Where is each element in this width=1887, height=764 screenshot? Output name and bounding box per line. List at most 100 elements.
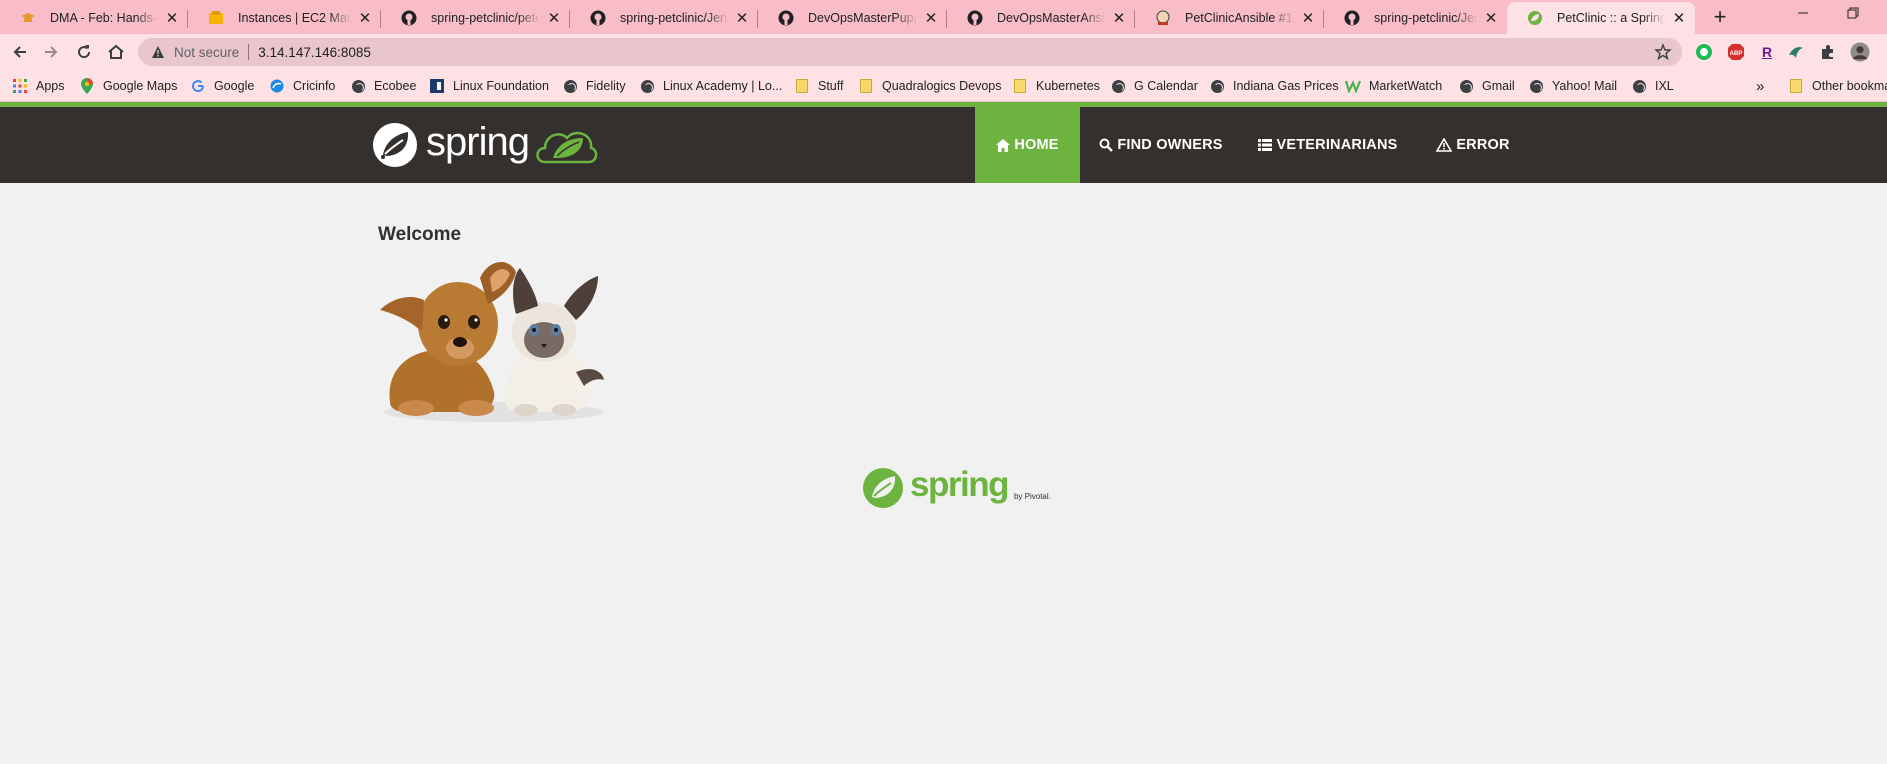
bookmark-label: Cricinfo bbox=[293, 79, 336, 93]
close-icon[interactable]: ✕ bbox=[1483, 9, 1499, 27]
close-icon[interactable]: ✕ bbox=[546, 9, 562, 27]
browser-tabstrip: DMA - Feb: Hands-on P ✕ Instances | EC2 … bbox=[0, 0, 1887, 34]
linux-foundation-icon bbox=[429, 78, 445, 94]
bookmark-label: Yahoo! Mail bbox=[1552, 79, 1618, 93]
page-title: Welcome bbox=[378, 224, 462, 245]
bookmark-star-icon[interactable] bbox=[1654, 43, 1672, 61]
extensions-puzzle-icon[interactable] bbox=[1818, 42, 1838, 62]
browser-tab[interactable]: spring-petclinic/petclin ✕ bbox=[381, 2, 570, 34]
bookmark-apps[interactable]: Apps bbox=[12, 77, 65, 95]
extension-bird-icon[interactable] bbox=[1786, 42, 1806, 62]
browser-tab[interactable]: PetClinicAnsible #10 Co ✕ bbox=[1135, 2, 1324, 34]
browser-tab[interactable]: spring-petclinic/Jenkinsfi ✕ bbox=[570, 2, 758, 34]
bookmark-gmail[interactable]: Gmail bbox=[1458, 77, 1515, 95]
home-icon bbox=[996, 138, 1011, 152]
tab-title: spring-petclinic/Jenkinsfi bbox=[620, 11, 728, 25]
new-tab-button[interactable]: + bbox=[1706, 4, 1734, 32]
bookmark-folder-kubernetes[interactable]: Kubernetes bbox=[1012, 77, 1100, 95]
nav-error[interactable]: ERROR bbox=[1428, 107, 1518, 183]
bookmark-g-calendar[interactable]: G Calendar bbox=[1110, 77, 1198, 95]
nav-find-owners[interactable]: FIND OWNERS bbox=[1090, 107, 1232, 183]
bookmark-label: Fidelity bbox=[586, 79, 626, 93]
close-icon[interactable]: ✕ bbox=[1300, 9, 1316, 27]
bookmark-label: Quadralogics Devops bbox=[882, 79, 1002, 93]
globe-icon bbox=[1458, 78, 1474, 94]
browser-tab-active[interactable]: PetClinic :: a Spring Fram ✕ bbox=[1507, 2, 1695, 34]
github-icon bbox=[590, 10, 606, 26]
close-icon[interactable]: ✕ bbox=[923, 9, 939, 27]
bookmarks-overflow-button[interactable]: » bbox=[1756, 77, 1764, 95]
bookmark-label: Kubernetes bbox=[1036, 79, 1100, 93]
bookmark-label: Google bbox=[214, 79, 255, 93]
arrow-left-icon bbox=[13, 46, 26, 58]
bookmarks-bar: Apps Google Maps Google Cricinfo Ecobee … bbox=[0, 70, 1887, 102]
close-icon[interactable]: ✕ bbox=[1111, 9, 1127, 27]
restore-button[interactable] bbox=[1828, 0, 1878, 30]
browser-tab[interactable]: DevOpsMasterPuppet/A ✕ bbox=[758, 2, 947, 34]
bookmark-indiana-gas-prices[interactable]: Indiana Gas Prices bbox=[1209, 77, 1339, 95]
extension-green-icon[interactable] bbox=[1694, 42, 1714, 62]
url-text[interactable]: 3.14.147.146:8085 bbox=[258, 45, 371, 60]
profile-avatar[interactable] bbox=[1850, 42, 1870, 62]
bookmark-fidelity[interactable]: Fidelity bbox=[562, 77, 626, 95]
reload-icon bbox=[78, 45, 91, 59]
close-icon[interactable]: ✕ bbox=[734, 9, 750, 27]
bookmark-linux-foundation[interactable]: Linux Foundation bbox=[429, 77, 549, 95]
bookmark-label: Linux Academy | Lo... bbox=[663, 79, 783, 93]
bookmark-ecobee[interactable]: Ecobee bbox=[350, 77, 416, 95]
spring-by-pivotal-logo: spring by Pivotal. bbox=[862, 465, 1051, 510]
adblock-plus-icon[interactable]: ABP bbox=[1726, 42, 1746, 62]
address-bar[interactable]: Not secure 3.14.147.146:8085 bbox=[138, 38, 1682, 66]
folder-icon bbox=[1788, 78, 1804, 94]
bookmark-google[interactable]: Google bbox=[190, 77, 254, 95]
bookmark-other-bookmarks[interactable]: Other bookmarks bbox=[1788, 77, 1887, 95]
nav-veterinarians[interactable]: VETERINARIANS bbox=[1252, 107, 1404, 183]
minimize-button[interactable] bbox=[1778, 0, 1828, 30]
cricinfo-icon bbox=[269, 78, 285, 94]
github-icon bbox=[1344, 10, 1360, 26]
bookmark-google-maps[interactable]: Google Maps bbox=[79, 77, 177, 95]
bookmark-marketwatch[interactable]: MarketWatch bbox=[1345, 77, 1442, 95]
browser-tab[interactable]: DMA - Feb: Hands-on P ✕ bbox=[0, 2, 188, 34]
extension-r-icon[interactable]: R bbox=[1757, 42, 1777, 62]
warning-icon bbox=[1436, 138, 1453, 152]
bookmark-folder-stuff[interactable]: Stuff bbox=[794, 77, 843, 95]
maps-pin-icon bbox=[79, 78, 95, 94]
close-icon[interactable]: ✕ bbox=[357, 9, 373, 27]
tab-title: DevOpsMasterAnsible/ bbox=[997, 11, 1105, 25]
bookmark-cricinfo[interactable]: Cricinfo bbox=[269, 77, 335, 95]
close-icon[interactable]: ✕ bbox=[1671, 9, 1687, 27]
security-status-label[interactable]: Not secure bbox=[174, 45, 239, 60]
bookmark-label: Google Maps bbox=[103, 79, 178, 93]
back-button[interactable] bbox=[7, 39, 33, 65]
apps-grid-icon bbox=[12, 78, 28, 94]
footer-by-pivotal: by Pivotal. bbox=[1013, 491, 1051, 501]
tab-title: PetClinic :: a Spring Fram bbox=[1557, 11, 1665, 25]
browser-tab[interactable]: spring-petclinic/Jenkinsf ✕ bbox=[1324, 2, 1507, 34]
browser-tab[interactable]: DevOpsMasterAnsible/ ✕ bbox=[947, 2, 1135, 34]
bookmark-label: IXL bbox=[1655, 79, 1674, 93]
tab-title: Instances | EC2 Manage bbox=[238, 11, 351, 25]
home-button[interactable] bbox=[103, 39, 129, 65]
browser-tab[interactable]: Instances | EC2 Manage ✕ bbox=[188, 2, 381, 34]
svg-text:ABP: ABP bbox=[1730, 51, 1743, 57]
nav-home[interactable]: HOME bbox=[975, 107, 1080, 183]
tab-title: DMA - Feb: Hands-on P bbox=[50, 11, 158, 25]
bookmark-yahoo-mail[interactable]: Yahoo! Mail bbox=[1528, 77, 1617, 95]
aws-icon bbox=[208, 10, 224, 26]
bookmark-label: Gmail bbox=[1482, 79, 1515, 93]
bookmark-label: Apps bbox=[36, 79, 65, 93]
bookmark-label: Indiana Gas Prices bbox=[1233, 79, 1339, 93]
close-icon[interactable]: ✕ bbox=[164, 9, 180, 27]
globe-icon bbox=[1631, 78, 1647, 94]
reload-button[interactable] bbox=[71, 39, 97, 65]
bookmark-ixl[interactable]: IXL bbox=[1631, 77, 1674, 95]
spring-brand-logo[interactable]: spring bbox=[372, 120, 599, 169]
bookmark-folder-quadralogics[interactable]: Quadralogics Devops bbox=[858, 77, 1002, 95]
bookmark-linux-academy[interactable]: Linux Academy | Lo... bbox=[639, 77, 782, 95]
list-icon bbox=[1258, 139, 1273, 151]
arrow-right-icon bbox=[45, 46, 58, 58]
forward-button[interactable] bbox=[38, 39, 64, 65]
warning-icon[interactable] bbox=[150, 44, 166, 60]
graduation-cap-icon bbox=[20, 10, 36, 26]
